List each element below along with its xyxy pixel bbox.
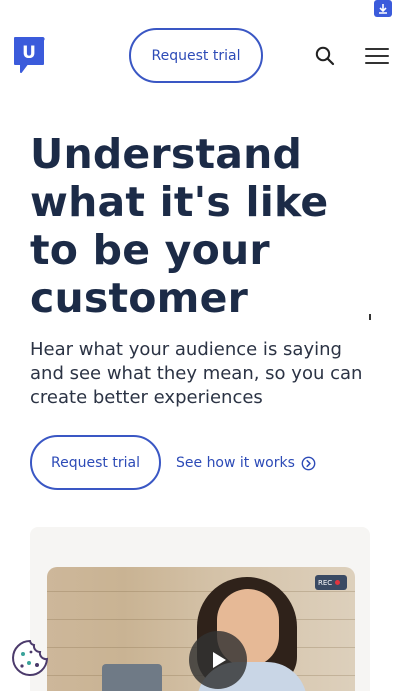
see-how-it-works-link[interactable]: See how it works <box>176 452 316 474</box>
play-icon <box>213 652 226 668</box>
usertesting-logo[interactable]: U <box>13 36 45 74</box>
site-header: U Request trial <box>0 28 400 84</box>
play-button[interactable] <box>189 631 247 689</box>
search-icon[interactable] <box>314 45 336 67</box>
download-icon[interactable] <box>374 0 392 17</box>
hero-subtitle: Hear what your audience is saying and se… <box>30 339 363 408</box>
request-trial-button[interactable]: Request trial <box>30 435 161 490</box>
scrollbar-indicator <box>369 314 371 320</box>
rec-label: REC <box>318 578 333 587</box>
video-preview-card: REC <box>30 527 370 691</box>
video-player[interactable]: REC <box>47 567 355 691</box>
hero-title: Understand what it's like to be your cus… <box>30 130 329 322</box>
cookie-icon[interactable] <box>10 638 50 678</box>
circle-arrow-right-icon <box>301 456 316 470</box>
rec-badge: REC <box>315 575 347 590</box>
hamburger-menu-icon[interactable] <box>365 46 391 66</box>
recording-dot-icon <box>335 580 341 585</box>
laptop-image <box>102 664 162 691</box>
request-trial-header-button[interactable]: Request trial <box>129 28 263 83</box>
logo-letter: U <box>22 43 36 63</box>
see-how-it-works-label: See how it works <box>176 455 295 471</box>
